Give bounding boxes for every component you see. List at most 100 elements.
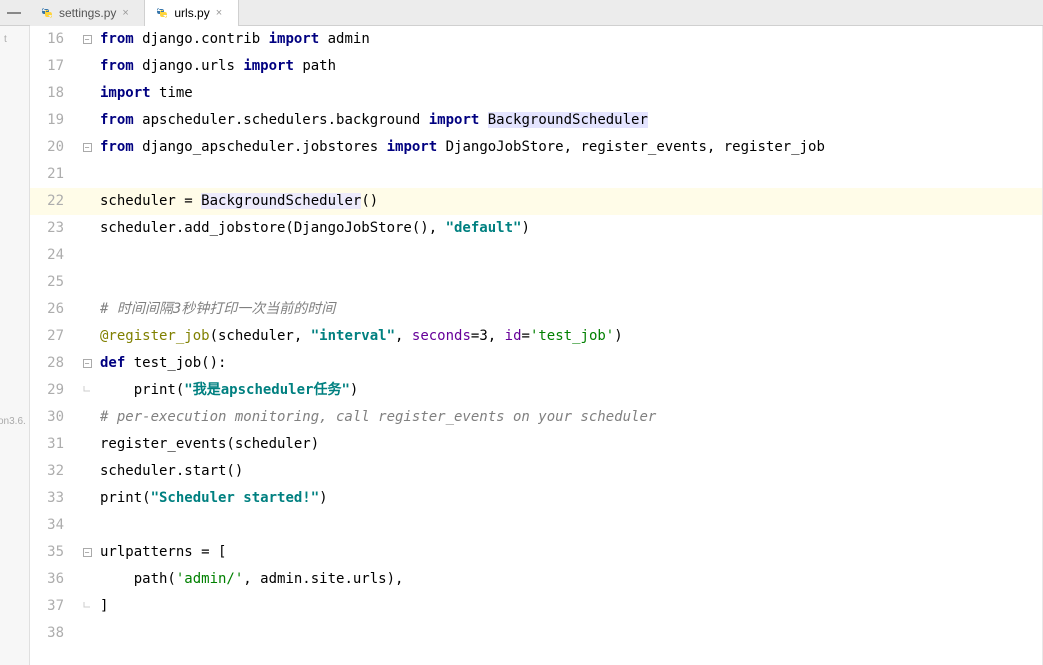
tab-bar: settings.py × urls.py × xyxy=(0,0,1043,26)
line-number: 17 xyxy=(30,53,80,80)
code-line[interactable]: 21 xyxy=(30,161,1043,188)
line-number: 20 xyxy=(30,134,80,161)
code-line[interactable]: 32 scheduler.start() xyxy=(30,458,1043,485)
line-number: 37 xyxy=(30,593,80,620)
line-number: 36 xyxy=(30,566,80,593)
line-number: 26 xyxy=(30,296,80,323)
tab-settings-py[interactable]: settings.py × xyxy=(30,0,145,26)
fold-gutter xyxy=(80,458,94,485)
code-line[interactable]: 23 scheduler.add_jobstore(DjangoJobStore(… xyxy=(30,215,1043,242)
line-number: 30 xyxy=(30,404,80,431)
code-content[interactable]: # 时间间隔3秒钟打印一次当前的时间 xyxy=(94,296,1043,323)
code-content[interactable] xyxy=(94,620,1043,647)
fold-gutter xyxy=(80,80,94,107)
tab-urls-py[interactable]: urls.py × xyxy=(145,0,238,26)
code-line[interactable]: 31 register_events(scheduler) xyxy=(30,431,1043,458)
line-number: 24 xyxy=(30,242,80,269)
code-line[interactable]: 25 xyxy=(30,269,1043,296)
code-content[interactable]: @register_job(scheduler, "interval", sec… xyxy=(94,323,1043,350)
code-content[interactable]: print("我是apscheduler任务") xyxy=(94,377,1043,404)
code-content[interactable]: # per-execution monitoring, call registe… xyxy=(94,404,1043,431)
code-line[interactable]: 20−from django_apscheduler.jobstores imp… xyxy=(30,134,1043,161)
code-content[interactable]: scheduler = BackgroundScheduler() xyxy=(94,188,1043,215)
code-line[interactable]: 19from apscheduler.schedulers.background… xyxy=(30,107,1043,134)
collapse-tool-icon[interactable] xyxy=(4,3,24,23)
code-content[interactable]: ] xyxy=(94,593,1043,620)
fold-gutter[interactable] xyxy=(80,377,94,404)
code-content[interactable] xyxy=(94,242,1043,269)
fold-collapse-icon[interactable]: − xyxy=(83,35,92,44)
line-number: 23 xyxy=(30,215,80,242)
editor-body: t on3.6. 16−from django.contrib import a… xyxy=(0,26,1043,665)
code-line[interactable]: 17 from django.urls import path xyxy=(30,53,1043,80)
code-line[interactable]: 34 xyxy=(30,512,1043,539)
code-line[interactable]: 27@register_job(scheduler, "interval", s… xyxy=(30,323,1043,350)
code-line[interactable]: 29 print("我是apscheduler任务") xyxy=(30,377,1043,404)
line-number: 33 xyxy=(30,485,80,512)
fold-gutter xyxy=(80,296,94,323)
code-line[interactable]: 26 # 时间间隔3秒钟打印一次当前的时间 xyxy=(30,296,1043,323)
code-content[interactable] xyxy=(94,161,1043,188)
fold-gutter xyxy=(80,323,94,350)
code-line[interactable]: 35−urlpatterns = [ xyxy=(30,539,1043,566)
fold-collapse-icon[interactable]: − xyxy=(83,143,92,152)
close-icon[interactable]: × xyxy=(216,7,228,19)
code-content[interactable]: def test_job(): xyxy=(94,350,1043,377)
code-area[interactable]: 16−from django.contrib import admin17 fro… xyxy=(30,26,1043,665)
line-number: 38 xyxy=(30,620,80,647)
fold-gutter[interactable]: − xyxy=(80,134,94,161)
code-content[interactable]: scheduler.start() xyxy=(94,458,1043,485)
fold-gutter[interactable]: − xyxy=(80,539,94,566)
code-content[interactable]: scheduler.add_jobstore(DjangoJobStore(),… xyxy=(94,215,1043,242)
code-line[interactable]: 24 xyxy=(30,242,1043,269)
fold-gutter[interactable]: − xyxy=(80,350,94,377)
code-line[interactable]: 28−def test_job(): xyxy=(30,350,1043,377)
code-content[interactable]: from apscheduler.schedulers.background i… xyxy=(94,107,1043,134)
code-content[interactable]: urlpatterns = [ xyxy=(94,539,1043,566)
fold-gutter[interactable]: − xyxy=(80,26,94,53)
tab-label: settings.py xyxy=(59,6,116,20)
code-content[interactable]: from django.contrib import admin xyxy=(94,26,1043,53)
fold-gutter xyxy=(80,269,94,296)
line-number: 21 xyxy=(30,161,80,188)
code-content[interactable]: from django_apscheduler.jobstores import… xyxy=(94,134,1043,161)
line-number: 29 xyxy=(30,377,80,404)
fold-gutter xyxy=(80,188,94,215)
fold-collapse-icon[interactable]: − xyxy=(83,548,92,557)
close-icon[interactable]: × xyxy=(122,7,134,19)
code-line[interactable]: 38 xyxy=(30,620,1043,647)
code-content[interactable]: from django.urls import path xyxy=(94,53,1043,80)
line-number: 22 xyxy=(30,188,80,215)
line-number: 32 xyxy=(30,458,80,485)
fold-end-icon xyxy=(82,386,92,396)
fold-gutter xyxy=(80,512,94,539)
fold-gutter xyxy=(80,107,94,134)
fold-gutter[interactable] xyxy=(80,593,94,620)
line-number: 25 xyxy=(30,269,80,296)
code-line[interactable]: 37] xyxy=(30,593,1043,620)
fold-gutter xyxy=(80,215,94,242)
left-sidebar: t on3.6. xyxy=(0,26,30,665)
sidebar-partial-bottom: on3.6. xyxy=(0,416,26,427)
code-line[interactable]: 36 path('admin/', admin.site.urls), xyxy=(30,566,1043,593)
code-content[interactable]: path('admin/', admin.site.urls), xyxy=(94,566,1043,593)
line-number: 31 xyxy=(30,431,80,458)
fold-collapse-icon[interactable]: − xyxy=(83,359,92,368)
code-content[interactable]: print("Scheduler started!") xyxy=(94,485,1043,512)
code-line[interactable]: 16−from django.contrib import admin xyxy=(30,26,1043,53)
tab-label: urls.py xyxy=(174,6,209,20)
code-content[interactable]: import time xyxy=(94,80,1043,107)
python-file-icon xyxy=(40,6,54,20)
python-file-icon xyxy=(155,6,169,20)
line-number: 35 xyxy=(30,539,80,566)
code-line[interactable]: 33 print("Scheduler started!") xyxy=(30,485,1043,512)
code-content[interactable] xyxy=(94,269,1043,296)
code-line[interactable]: 18import time xyxy=(30,80,1043,107)
fold-gutter xyxy=(80,620,94,647)
code-content[interactable]: register_events(scheduler) xyxy=(94,431,1043,458)
code-line[interactable]: 22 scheduler = BackgroundScheduler() xyxy=(30,188,1043,215)
code-content[interactable] xyxy=(94,512,1043,539)
code-line[interactable]: 30 # per-execution monitoring, call regis… xyxy=(30,404,1043,431)
fold-gutter xyxy=(80,53,94,80)
fold-gutter xyxy=(80,566,94,593)
